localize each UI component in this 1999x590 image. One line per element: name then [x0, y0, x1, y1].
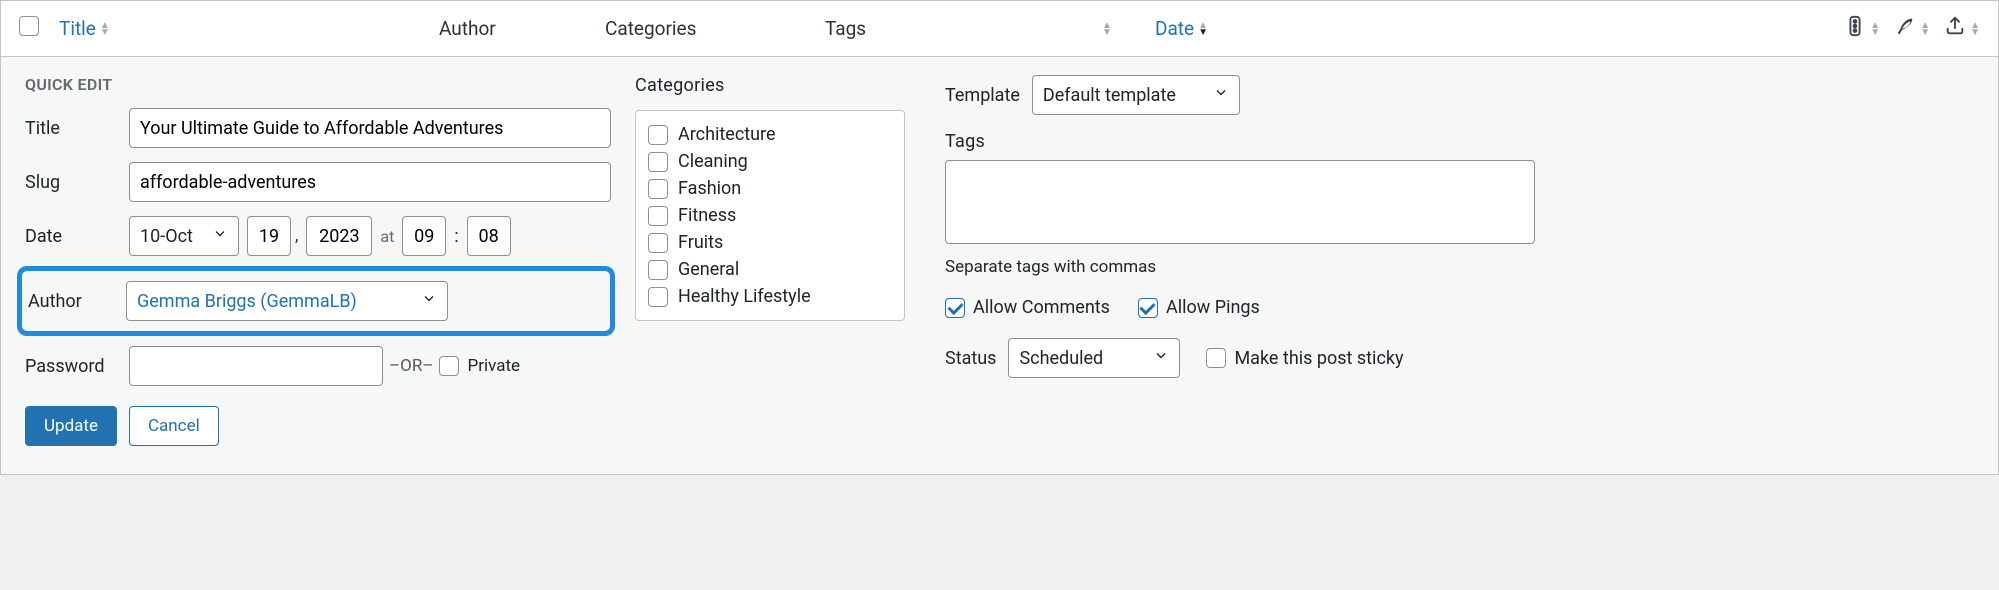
- date-label: Date: [25, 226, 129, 247]
- minute-input[interactable]: [467, 216, 511, 256]
- sort-icon: [100, 22, 110, 36]
- category-checkbox[interactable]: [648, 233, 668, 253]
- tags-heading: Tags: [945, 131, 1974, 152]
- or-text: –OR–: [389, 356, 433, 376]
- template-select[interactable]: Default template: [1032, 75, 1240, 115]
- category-item[interactable]: General: [648, 256, 892, 283]
- category-label: General: [678, 259, 739, 280]
- sticky-checkbox[interactable]: [1206, 348, 1226, 368]
- column-date[interactable]: Date: [1155, 17, 1355, 40]
- outgoing-link-icon: [1944, 15, 1966, 42]
- allow-pings-checkbox[interactable]: [1138, 298, 1158, 318]
- password-input[interactable]: [129, 346, 383, 386]
- categories-list[interactable]: Architecture Cleaning Fashion Fitness Fr…: [635, 110, 905, 321]
- private-checkbox[interactable]: [439, 356, 459, 376]
- column-author-label: Author: [439, 17, 496, 40]
- category-checkbox[interactable]: [648, 206, 668, 226]
- quick-edit-heading: Quick Edit: [25, 75, 615, 94]
- category-label: Fruits: [678, 232, 723, 253]
- column-links[interactable]: [1944, 15, 1980, 42]
- column-seo[interactable]: [1844, 15, 1880, 42]
- category-checkbox[interactable]: [648, 125, 668, 145]
- status-select[interactable]: Scheduled: [1008, 338, 1180, 378]
- author-value: Gemma Briggs (GemmaLB): [137, 291, 357, 312]
- status-value: Scheduled: [1019, 348, 1103, 369]
- column-tags[interactable]: Tags: [825, 17, 1055, 40]
- chevron-down-icon: [1213, 85, 1229, 106]
- category-checkbox[interactable]: [648, 287, 668, 307]
- column-readability[interactable]: [1894, 15, 1930, 42]
- category-label: Fashion: [678, 178, 741, 199]
- category-label: Architecture: [678, 124, 776, 145]
- template-label: Template: [945, 85, 1020, 106]
- tags-hint: Separate tags with commas: [945, 257, 1974, 277]
- traffic-light-icon: [1844, 15, 1866, 42]
- select-all-checkbox[interactable]: [19, 16, 39, 36]
- allow-pings-label: Allow Pings: [1166, 297, 1260, 318]
- title-input[interactable]: [129, 108, 611, 148]
- month-value: 10-Oct: [140, 226, 193, 247]
- posts-table-header: Title Author Categories Tags Date: [0, 0, 1999, 57]
- status-label: Status: [945, 348, 996, 369]
- sort-icon: [1970, 22, 1980, 36]
- column-date-label: Date: [1155, 17, 1194, 40]
- category-label: Cleaning: [678, 151, 748, 172]
- column-tags-label: Tags: [825, 17, 866, 40]
- category-item[interactable]: Fitness: [648, 202, 892, 229]
- author-select[interactable]: Gemma Briggs (GemmaLB): [126, 281, 448, 321]
- colon-text: :: [454, 226, 458, 247]
- sort-icon: [1198, 22, 1208, 36]
- category-label: Fitness: [678, 205, 736, 226]
- chevron-down-icon: [212, 226, 228, 247]
- author-row-highlight: Author Gemma Briggs (GemmaLB): [17, 266, 615, 336]
- sort-icon: [1102, 22, 1112, 36]
- template-value: Default template: [1043, 85, 1176, 106]
- chevron-down-icon: [1153, 348, 1169, 369]
- categories-heading: Categories: [635, 75, 925, 96]
- year-input[interactable]: [306, 216, 372, 256]
- month-select[interactable]: 10-Oct: [129, 216, 239, 256]
- category-label: Healthy Lifestyle: [678, 286, 811, 307]
- title-label: Title: [25, 118, 129, 139]
- chevron-down-icon: [421, 291, 437, 312]
- day-input[interactable]: [247, 216, 291, 256]
- category-item[interactable]: Cleaning: [648, 148, 892, 175]
- category-checkbox[interactable]: [648, 152, 668, 172]
- at-text: at: [380, 227, 394, 246]
- category-item[interactable]: Fashion: [648, 175, 892, 202]
- allow-comments-checkbox[interactable]: [945, 298, 965, 318]
- category-checkbox[interactable]: [648, 179, 668, 199]
- allow-comments-label: Allow Comments: [973, 297, 1110, 318]
- comma-text: ,: [295, 226, 298, 246]
- category-checkbox[interactable]: [648, 260, 668, 280]
- author-label: Author: [28, 291, 126, 312]
- column-title[interactable]: Title: [59, 17, 439, 40]
- category-item[interactable]: Architecture: [648, 121, 892, 148]
- password-label: Password: [25, 356, 129, 377]
- feather-icon: [1894, 15, 1916, 42]
- update-button[interactable]: Update: [25, 406, 117, 446]
- private-label: Private: [467, 356, 520, 376]
- cancel-button[interactable]: Cancel: [129, 406, 219, 446]
- column-author[interactable]: Author: [439, 17, 605, 40]
- slug-input[interactable]: [129, 162, 611, 202]
- column-title-label: Title: [59, 17, 96, 40]
- category-item[interactable]: Healthy Lifestyle: [648, 283, 892, 310]
- hour-input[interactable]: [402, 216, 446, 256]
- quick-edit-panel: Quick Edit Title Slug Date 10-Oct ,: [0, 57, 1999, 475]
- sort-icon: [1870, 22, 1880, 36]
- sort-icon: [1920, 22, 1930, 36]
- tags-input[interactable]: [945, 160, 1535, 244]
- column-categories-label: Categories: [605, 17, 696, 40]
- slug-label: Slug: [25, 172, 129, 193]
- column-categories[interactable]: Categories: [605, 17, 825, 40]
- category-item[interactable]: Fruits: [648, 229, 892, 256]
- column-comments[interactable]: [1055, 17, 1155, 40]
- sticky-label: Make this post sticky: [1234, 348, 1403, 369]
